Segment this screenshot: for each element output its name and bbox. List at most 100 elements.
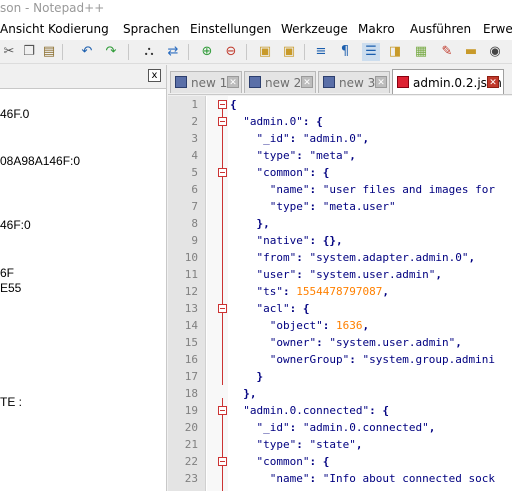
code-line[interactable]: 8 },: [168, 215, 512, 232]
fold-toggle-icon[interactable]: [218, 117, 227, 126]
code-line[interactable]: 22 "common": {: [168, 453, 512, 470]
fold-toggle-icon[interactable]: [218, 100, 227, 109]
line-number: 15: [184, 336, 198, 349]
line-number: 10: [184, 251, 198, 264]
code-text: "name": "user files and images for: [269, 183, 495, 196]
undo-icon[interactable]: ↶: [78, 43, 96, 61]
code-line[interactable]: 12 "ts": 1554478797087,: [168, 283, 512, 300]
code-line[interactable]: 10 "from": "system.adapter.admin.0",: [168, 249, 512, 266]
code-line[interactable]: 15 "owner": "system.user.admin",: [168, 334, 512, 351]
code-line[interactable]: 2 "admin.0": {: [168, 113, 512, 130]
cut-icon[interactable]: ✂: [0, 43, 18, 61]
zoom-in-icon[interactable]: ⊕: [198, 43, 216, 61]
left-panel-line: 6F: [0, 266, 15, 280]
code-line[interactable]: 18 },: [168, 385, 512, 402]
tab-new-2[interactable]: new 2 ✕: [244, 71, 316, 93]
line-number: 13: [184, 302, 198, 315]
code-line[interactable]: 19 "admin.0.connected": {: [168, 402, 512, 419]
code-editor[interactable]: 1{2 "admin.0": {3 "_id": "admin.0", 4 "ty…: [168, 96, 512, 491]
fold-toggle-icon[interactable]: [218, 406, 227, 415]
code-line[interactable]: 4 "type": "meta",: [168, 147, 512, 164]
close-icon[interactable]: x: [148, 69, 161, 82]
close-icon[interactable]: ✕: [375, 76, 387, 88]
code-text: "owner": "system.user.admin",: [269, 336, 462, 349]
line-number: 9: [191, 234, 198, 247]
tab-new-1[interactable]: new 1 ✕: [170, 71, 242, 93]
folder-workspace-icon[interactable]: ▬: [462, 43, 480, 61]
show-all-characters-icon[interactable]: ¶: [336, 43, 354, 61]
code-line[interactable]: 13 "acl": {: [168, 300, 512, 317]
code-line[interactable]: 20 "_id": "admin.0.connected",: [168, 419, 512, 436]
function-list-icon[interactable]: ✎: [438, 43, 456, 61]
code-text: "ownerGroup": "system.group.admini: [269, 353, 495, 366]
code-line[interactable]: 23 "name": "Info about connected sock: [168, 470, 512, 487]
copy-icon[interactable]: ❐: [20, 43, 38, 61]
code-line[interactable]: 16 "ownerGroup": "system.group.admini: [168, 351, 512, 368]
tab-new-3[interactable]: new 3 ✕: [318, 71, 390, 93]
line-number: 2: [191, 115, 198, 128]
tab-admin-json[interactable]: admin.0.2.json ✕: [392, 69, 504, 94]
menu-kodierung[interactable]: Kodierung: [48, 21, 109, 37]
sync-horizontal-icon[interactable]: ▣: [280, 43, 298, 61]
code-text: }: [256, 370, 264, 383]
document-map-icon[interactable]: ▦: [412, 43, 430, 61]
code-text: "admin.0": {: [243, 115, 323, 128]
line-number: 22: [184, 455, 198, 468]
code-text: "acl": {: [256, 302, 310, 315]
code-text: "type": "meta.user": [269, 200, 396, 213]
line-number: 19: [184, 404, 198, 417]
line-number: 12: [184, 285, 198, 298]
menu-sprachen[interactable]: Sprachen: [123, 21, 180, 37]
monitoring-icon[interactable]: ◉: [486, 43, 504, 61]
menu-erweiterungen[interactable]: Erwe: [483, 21, 512, 37]
code-line[interactable]: 11 "user": "system.user.admin",: [168, 266, 512, 283]
line-number: 3: [191, 132, 198, 145]
fold-toggle-icon[interactable]: [218, 304, 227, 313]
code-text: },: [256, 217, 270, 230]
menu-makro[interactable]: Makro: [358, 21, 395, 37]
fold-toggle-icon[interactable]: [218, 168, 227, 177]
replace-icon[interactable]: ⇄: [164, 43, 182, 61]
tab-bar: new 1 ✕ new 2 ✕ new 3 ✕ admin.0.2.json ✕: [168, 65, 512, 95]
code-text: "common": {: [256, 166, 330, 179]
code-line[interactable]: 17 }: [168, 368, 512, 385]
code-line[interactable]: 14 "object": 1636,: [168, 317, 512, 334]
word-wrap-icon[interactable]: ≡: [312, 43, 330, 61]
paste-icon[interactable]: ▤: [40, 43, 58, 61]
close-icon[interactable]: ✕: [301, 76, 313, 88]
left-panel-line: 46F:0: [0, 218, 31, 232]
code-line[interactable]: 7 "type": "meta.user": [168, 198, 512, 215]
close-icon[interactable]: ✕: [227, 76, 239, 88]
indent-guide-icon[interactable]: ☰: [362, 43, 380, 61]
left-panel-line: 08A98A146F:0: [0, 154, 81, 168]
toolbar: ✂ ❐ ▤ ↶ ↷ ⛬ ⇄ ⊕ ⊖ ▣ ▣ ≡ ¶ ☰ ◨ ▦ ✎ ▬ ◉: [0, 40, 512, 64]
code-line[interactable]: 5 "common": {: [168, 164, 512, 181]
code-text: "native": {},: [256, 234, 343, 247]
menu-einstellungen[interactable]: Einstellungen: [190, 21, 271, 37]
toolbar-separator: [304, 44, 305, 60]
find-icon[interactable]: ⛬: [140, 43, 158, 61]
title-bar: son - Notepad++: [0, 0, 512, 19]
tab-label: new 3: [339, 76, 376, 90]
tab-label: new 2: [265, 76, 302, 90]
left-panel-line: 46F.0: [0, 107, 30, 121]
menu-ansicht[interactable]: Ansicht: [0, 21, 44, 37]
code-line[interactable]: 1{: [168, 96, 512, 113]
code-line[interactable]: 9 "native": {},: [168, 232, 512, 249]
line-number: 23: [184, 472, 198, 485]
zoom-out-icon[interactable]: ⊖: [222, 43, 240, 61]
sync-vertical-icon[interactable]: ▣: [256, 43, 274, 61]
fold-toggle-icon[interactable]: [218, 457, 227, 466]
menu-werkzeuge[interactable]: Werkzeuge: [281, 21, 348, 37]
toolbar-separator: [62, 44, 63, 60]
line-number: 16: [184, 353, 198, 366]
code-line[interactable]: 21 "type": "state",: [168, 436, 512, 453]
menu-ausfuehren[interactable]: Ausführen: [410, 21, 471, 37]
user-language-icon[interactable]: ◨: [386, 43, 404, 61]
redo-icon[interactable]: ↷: [102, 43, 120, 61]
code-line[interactable]: 3 "_id": "admin.0",: [168, 130, 512, 147]
code-text: "_id": "admin.0.connected",: [256, 421, 436, 434]
close-icon[interactable]: ✕: [487, 76, 499, 88]
line-number: 4: [191, 149, 198, 162]
code-line[interactable]: 6 "name": "user files and images for: [168, 181, 512, 198]
